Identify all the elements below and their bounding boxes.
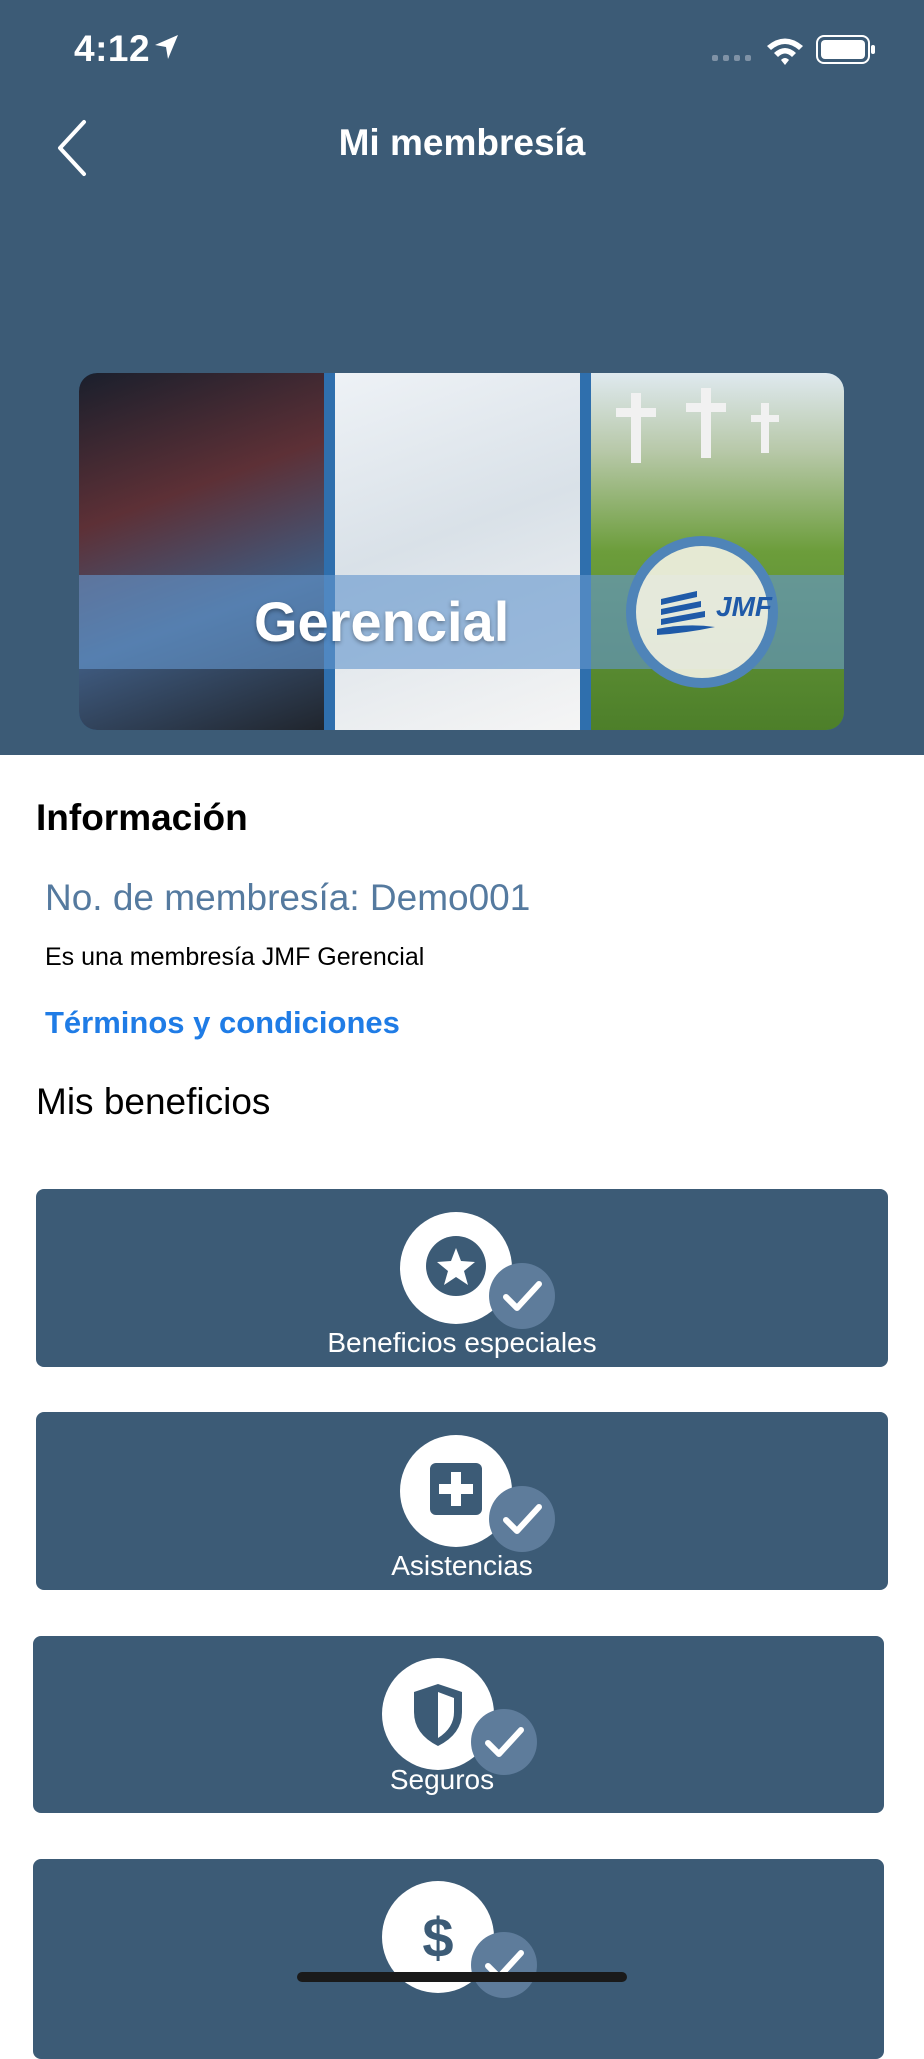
membership-banner: Gerencial JMF <box>79 373 844 730</box>
battery-icon <box>816 35 875 64</box>
membership-description: Es una membresía JMF Gerencial <box>45 943 425 971</box>
cinema-photo <box>79 373 324 730</box>
benefits-heading: Mis beneficios <box>36 1081 271 1122</box>
doctor-photo <box>335 373 580 730</box>
benefit-label: Seguros <box>389 1764 495 1795</box>
benefit-card-special[interactable]: Beneficios especiales <box>36 1189 888 1367</box>
svg-text:$: $ <box>422 1906 453 1969</box>
signal-icon <box>712 55 751 61</box>
check-icon <box>471 1932 537 1998</box>
terms-link[interactable]: Términos y condiciones <box>45 1005 400 1041</box>
benefit-label: Asistencias <box>391 1550 533 1581</box>
home-indicator[interactable] <box>297 1972 627 1982</box>
page-title: Mi membresía <box>338 122 586 163</box>
benefit-card-insurance[interactable]: Seguros <box>33 1636 884 1813</box>
wifi-icon <box>767 38 803 65</box>
banner-label: Gerencial <box>254 590 510 653</box>
benefit-card-financial[interactable]: $ <box>33 1859 884 2059</box>
membership-number: No. de membresía: Demo001 <box>45 877 531 918</box>
location-arrow-icon <box>155 35 178 59</box>
header-area: 4:12 Mi membresía Gerencial JMF <box>0 0 924 755</box>
check-icon <box>489 1486 555 1552</box>
benefit-label: Beneficios especiales <box>327 1327 597 1358</box>
check-icon <box>489 1263 555 1329</box>
jmf-logo-text: JMF <box>716 591 772 622</box>
info-heading: Información <box>36 797 248 838</box>
status-time: 4:12 <box>74 28 151 69</box>
benefit-card-assistance[interactable]: Asistencias <box>36 1412 888 1590</box>
jmf-building-icon <box>657 591 715 635</box>
